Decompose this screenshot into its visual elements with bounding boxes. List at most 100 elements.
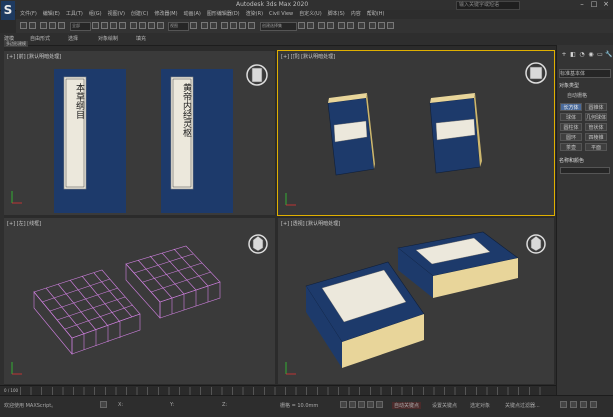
rect-select-icon[interactable] <box>110 22 117 29</box>
ribbon-toggle-icon[interactable] <box>327 22 334 29</box>
maximize-button[interactable]: □ <box>590 1 598 8</box>
scale-icon[interactable] <box>148 22 155 29</box>
viewport-front[interactable]: [+] [前] [默认明暗处理] 本草纲目 黄帝内经灵枢 <box>4 51 275 215</box>
app-logo[interactable]: S <box>1 1 15 20</box>
pyramid-button[interactable]: 四棱锥 <box>585 133 607 141</box>
orbit-icon[interactable] <box>580 401 587 408</box>
menu-item[interactable]: 组(G) <box>89 10 102 19</box>
next-frame-icon[interactable] <box>367 401 374 408</box>
menu-item[interactable]: 视图(V) <box>108 10 125 19</box>
create-tab-icon[interactable]: + <box>560 51 568 59</box>
goto-start-icon[interactable] <box>340 401 347 408</box>
menu-item[interactable]: 编辑(E) <box>43 10 60 19</box>
cylinder-button[interactable]: 圆柱体 <box>560 123 582 131</box>
goto-end-icon[interactable] <box>376 401 383 408</box>
pan-icon[interactable] <box>570 401 577 408</box>
set-key-button[interactable]: 设置关键点 <box>432 402 457 409</box>
zoom-icon[interactable] <box>560 401 567 408</box>
tab-selection[interactable]: 选择 <box>68 35 78 42</box>
coord-system-dropdown[interactable]: 视图 <box>168 22 189 31</box>
geosphere-button[interactable]: 几何球体 <box>585 113 607 121</box>
prev-frame-icon[interactable] <box>349 401 356 408</box>
display-tab-icon[interactable]: ▭ <box>596 51 604 59</box>
undo-icon[interactable] <box>20 22 27 29</box>
menu-item[interactable]: 内容 <box>351 10 361 19</box>
search-input[interactable]: 输入关键字或短语 <box>456 1 520 10</box>
unlink-icon[interactable] <box>49 22 56 29</box>
key-filters-button[interactable]: 关键点过滤器... <box>505 402 540 409</box>
maximize-viewport-icon[interactable] <box>590 401 597 408</box>
lock-selection-icon[interactable] <box>100 401 107 408</box>
maxscript-listener[interactable]: 欢迎使用 MAXScript。 <box>4 402 56 409</box>
close-button[interactable]: × <box>602 1 610 8</box>
plane-button[interactable]: 平面 <box>585 143 607 151</box>
angle-snap-icon[interactable] <box>230 22 237 29</box>
modify-tab-icon[interactable]: ◧ <box>569 51 577 59</box>
box-button[interactable]: 长方体 <box>560 103 582 111</box>
menu-item[interactable]: 渲染(R) <box>246 10 263 19</box>
tube-button[interactable]: 管状体 <box>585 123 607 131</box>
viewcube-icon[interactable] <box>530 235 542 252</box>
align-icon[interactable] <box>307 22 314 29</box>
tab-freeform[interactable]: 自由形式 <box>30 35 50 42</box>
mirror-icon[interactable] <box>298 22 305 29</box>
viewport-perspective[interactable]: [+] [透视] [默认明暗处理] <box>278 218 554 384</box>
viewport-top[interactable]: [+] [顶] [默认明暗处理] <box>277 50 555 216</box>
menu-item[interactable]: 创建(C) <box>131 10 148 19</box>
cone-button[interactable]: 圆锥体 <box>585 103 607 111</box>
menu-item[interactable]: 动画(A) <box>184 10 201 19</box>
select-manipulate-icon[interactable] <box>201 22 208 29</box>
render-icon[interactable] <box>387 22 394 29</box>
object-name-field[interactable] <box>560 167 610 174</box>
material-editor-icon[interactable] <box>358 22 365 29</box>
viewcube-icon[interactable] <box>252 235 264 252</box>
hierarchy-tab-icon[interactable]: ◔ <box>578 51 586 59</box>
menu-item[interactable]: 脚本(S) <box>328 10 345 19</box>
menu-item[interactable]: 帮助(H) <box>367 10 385 19</box>
menu-item[interactable]: 自定义(U) <box>299 10 322 19</box>
window-crossing-icon[interactable] <box>119 22 126 29</box>
motion-tab-icon[interactable]: ◉ <box>587 51 595 59</box>
menu-item[interactable]: 文件(F) <box>20 10 37 19</box>
spinner-snap-icon[interactable] <box>248 22 255 29</box>
minimize-button[interactable]: – <box>578 1 586 8</box>
select-by-name-icon[interactable] <box>101 22 108 29</box>
move-icon[interactable] <box>130 22 137 29</box>
menu-item[interactable]: Civil View <box>269 10 293 19</box>
link-icon[interactable] <box>40 22 47 29</box>
render-frame-icon[interactable] <box>378 22 385 29</box>
rotate-icon[interactable] <box>139 22 146 29</box>
sphere-button[interactable]: 球体 <box>560 113 582 121</box>
teapot-button[interactable]: 茶壶 <box>560 143 582 151</box>
viewcube-icon[interactable] <box>251 67 263 83</box>
selection-filter-dropdown[interactable]: 全部 <box>70 22 91 31</box>
placement-icon[interactable] <box>157 22 164 29</box>
curve-editor-icon[interactable] <box>338 22 345 29</box>
ribbon-subtab[interactable]: 多边形建模 <box>4 41 28 47</box>
menu-item[interactable]: 图形编辑器(D) <box>207 10 240 19</box>
tab-object-paint[interactable]: 对象绘制 <box>98 35 118 42</box>
schematic-view-icon[interactable] <box>347 22 354 29</box>
utilities-tab-icon[interactable]: 🔧 <box>605 51 613 59</box>
bind-icon[interactable] <box>58 22 65 29</box>
viewcube-icon[interactable] <box>529 66 543 80</box>
viewport-left[interactable]: [+] [左] [线框] <box>4 218 275 384</box>
named-selection-dropdown[interactable]: 创建选择集 <box>260 22 297 31</box>
category-dropdown[interactable]: 标准基本体 <box>559 69 611 78</box>
menu-item[interactable]: 修改器(M) <box>154 10 177 19</box>
torus-button[interactable]: 圆环 <box>560 133 582 141</box>
render-setup-icon[interactable] <box>369 22 376 29</box>
layer-icon[interactable] <box>318 22 325 29</box>
select-icon[interactable] <box>92 22 99 29</box>
play-icon[interactable] <box>358 401 365 408</box>
percent-snap-icon[interactable] <box>239 22 246 29</box>
redo-icon[interactable] <box>29 22 36 29</box>
menu-item[interactable]: 工具(T) <box>66 10 83 19</box>
keyboard-shortcut-icon[interactable] <box>210 22 217 29</box>
pivot-icon[interactable] <box>190 22 197 29</box>
tab-populate[interactable]: 填充 <box>136 35 146 42</box>
auto-key-button[interactable]: 自动关键点 <box>392 402 422 409</box>
selected-dropdown[interactable]: 选定对象 <box>470 402 490 409</box>
snap-icon[interactable] <box>221 22 228 29</box>
frame-counter[interactable]: 0 / 100 <box>4 388 18 393</box>
